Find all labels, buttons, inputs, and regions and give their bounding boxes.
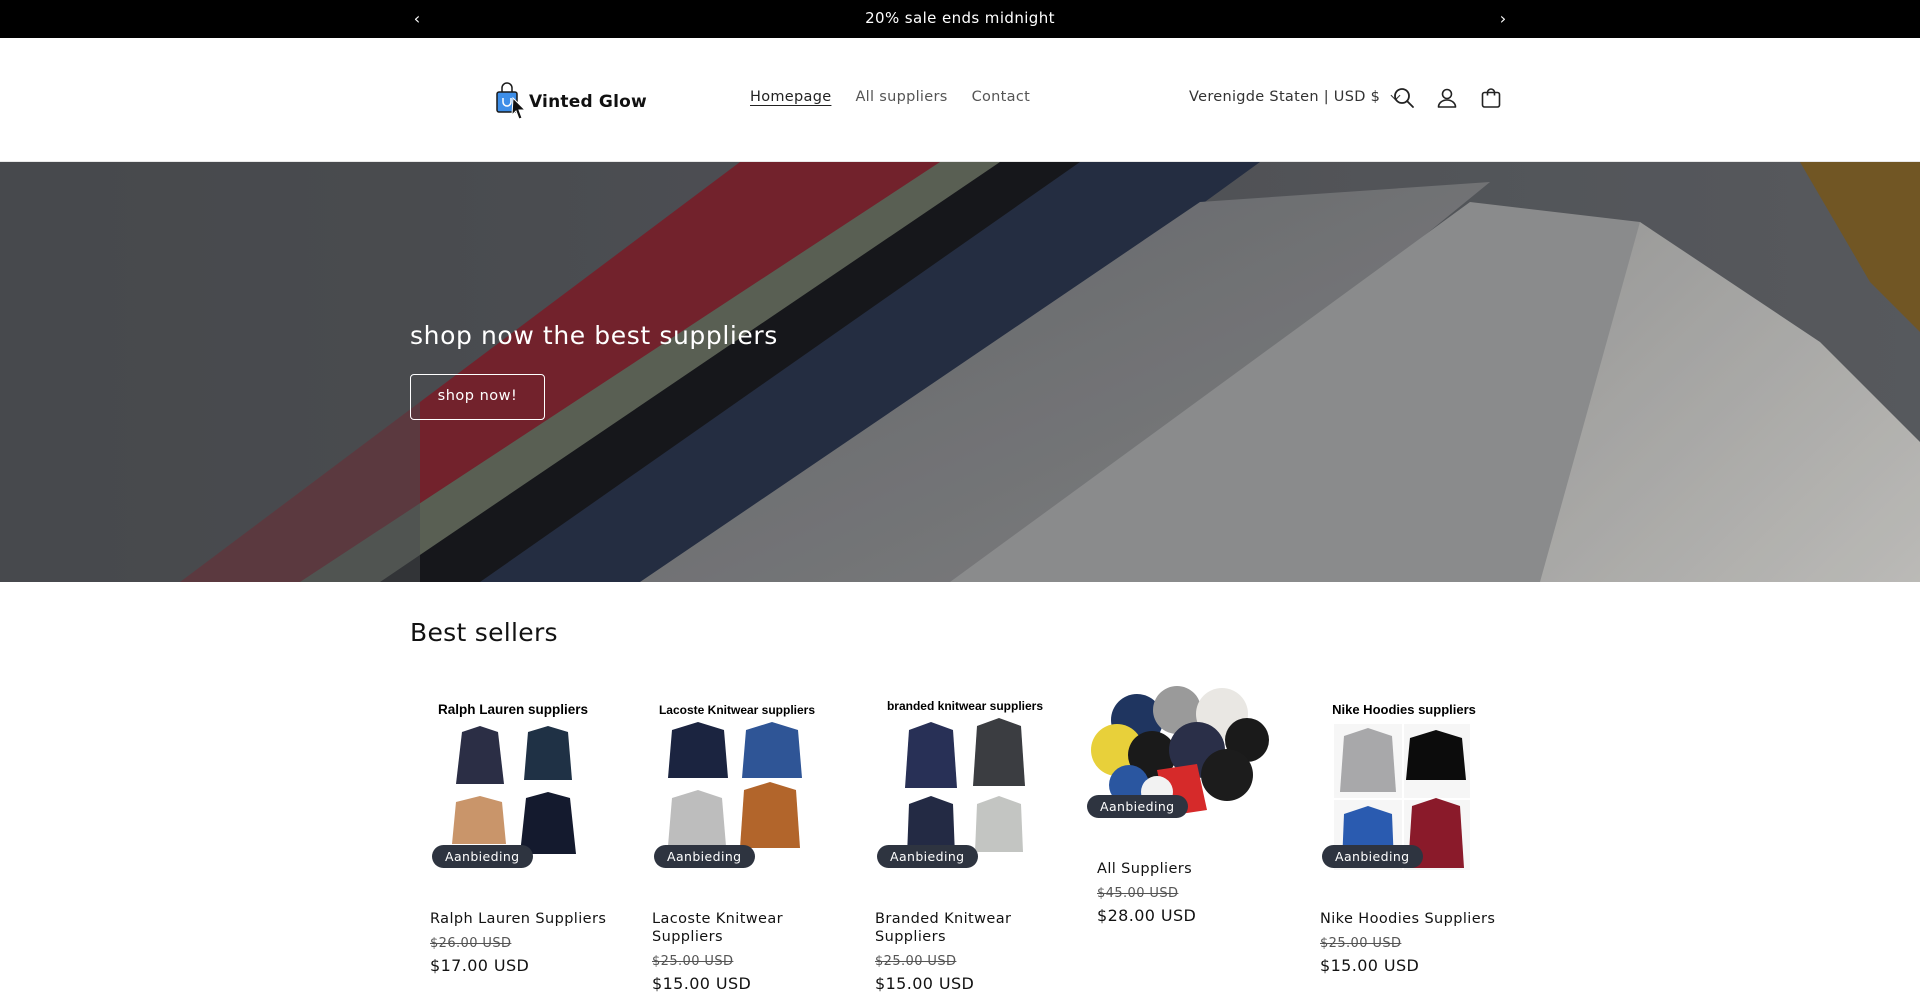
product-name[interactable]: Ralph Lauren Suppliers	[430, 910, 610, 928]
product-price: $15.00 USD	[875, 974, 975, 993]
product-old-price: $26.00 USD	[430, 936, 512, 951]
hero-title: shop now the best suppliers	[410, 321, 778, 350]
product-price: $17.00 USD	[430, 956, 530, 975]
product-name[interactable]: All Suppliers	[1097, 860, 1277, 878]
sale-badge: Aanbieding	[1087, 795, 1188, 818]
product-old-price: $25.00 USD	[652, 954, 734, 969]
shop-now-button[interactable]: shop now!	[410, 374, 545, 420]
product-card[interactable]: branded knitwear suppliers Aanbieding Br…	[855, 680, 1055, 993]
sale-badge: Aanbieding	[654, 845, 755, 868]
sale-badge: Aanbieding	[1322, 845, 1423, 868]
product-card[interactable]: Aanbieding All Suppliers $45.00 USD $28.…	[1077, 680, 1277, 925]
product-image-title: branded knitwear suppliers	[887, 699, 1043, 713]
locale-label: Verenigde Staten | USD $	[1189, 89, 1381, 105]
sale-badge: Aanbieding	[877, 845, 978, 868]
hero-banner: shop now the best suppliers shop now!	[0, 162, 1920, 582]
nav-contact[interactable]: Contact	[972, 89, 1031, 105]
product-card[interactable]: Lacoste Knitwear suppliers Aanbieding La…	[632, 680, 832, 993]
product-price: $28.00 USD	[1097, 906, 1197, 925]
product-old-price: $45.00 USD	[1097, 886, 1179, 901]
product-name[interactable]: Nike Hoodies Suppliers	[1320, 910, 1500, 928]
announcement-bar: ‹ 20% sale ends midnight ›	[0, 0, 1920, 38]
locale-selector[interactable]: Verenigde Staten | USD $	[1189, 89, 1401, 105]
main-nav: Homepage All suppliers Contact	[750, 89, 1030, 105]
logo-text: Vinted Glow	[529, 92, 647, 112]
product-old-price: $25.00 USD	[1320, 936, 1402, 951]
product-image-title: Lacoste Knitwear suppliers	[659, 703, 815, 717]
product-card[interactable]: Nike Hoodies suppliers Aanbieding Nike H…	[1300, 680, 1500, 975]
product-image[interactable]: Aanbieding	[1077, 680, 1277, 830]
product-image[interactable]: Lacoste Knitwear suppliers Aanbieding	[632, 680, 832, 880]
product-image[interactable]: Nike Hoodies suppliers Aanbieding	[1300, 680, 1500, 880]
best-sellers-title: Best sellers	[410, 618, 558, 647]
account-icon[interactable]	[1435, 86, 1459, 110]
hero-overlay	[0, 162, 1920, 582]
sale-badge: Aanbieding	[432, 845, 533, 868]
chevron-right-icon[interactable]: ›	[1491, 0, 1515, 38]
announcement-message: 20% sale ends midnight	[865, 9, 1055, 27]
product-image-title: Nike Hoodies suppliers	[1332, 702, 1476, 717]
product-price: $15.00 USD	[1320, 956, 1420, 975]
product-name[interactable]: Lacoste Knitwear Suppliers	[652, 910, 832, 946]
product-name[interactable]: Branded Knitwear Suppliers	[875, 910, 1055, 946]
product-image[interactable]: Ralph Lauren suppliers Aanbieding	[410, 680, 610, 880]
shopping-bag-cursor-icon	[496, 82, 527, 120]
cart-icon[interactable]	[1479, 86, 1503, 110]
logo[interactable]: Vinted Glow	[495, 82, 647, 122]
product-image-title: Ralph Lauren suppliers	[438, 702, 588, 717]
product-card[interactable]: Ralph Lauren suppliers Aanbieding Ralph …	[410, 680, 610, 975]
nav-homepage[interactable]: Homepage	[750, 89, 831, 105]
site-header: Vinted Glow Homepage All suppliers Conta…	[0, 38, 1920, 162]
product-image[interactable]: branded knitwear suppliers Aanbieding	[855, 680, 1055, 880]
product-old-price: $25.00 USD	[875, 954, 957, 969]
product-price: $15.00 USD	[652, 974, 752, 993]
search-icon[interactable]	[1392, 86, 1416, 110]
nav-all-suppliers[interactable]: All suppliers	[855, 89, 947, 105]
